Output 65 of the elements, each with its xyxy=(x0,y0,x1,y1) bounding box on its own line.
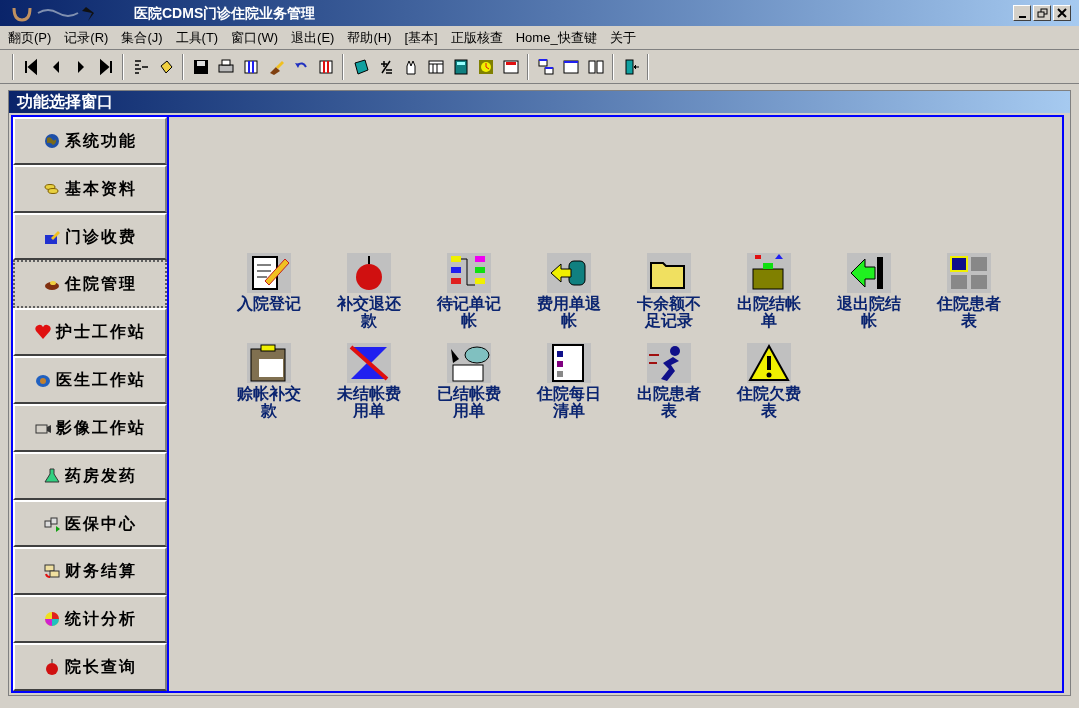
menu-item[interactable]: 关于 xyxy=(609,27,636,48)
menu-item[interactable]: 退出(E) xyxy=(291,27,335,48)
menu-item[interactable]: 正版核查 xyxy=(450,27,503,48)
function-label[interactable]: 已结帐费用单 xyxy=(435,385,503,419)
sidebar-button[interactable]: 护士工作站 xyxy=(13,308,167,357)
function-label[interactable]: 卡余额不足记录 xyxy=(635,295,703,329)
function-label[interactable]: 住院欠费表 xyxy=(735,385,803,419)
menu-item[interactable]: 翻页(P) xyxy=(8,27,52,48)
function-label[interactable]: 未结帐费用单 xyxy=(335,385,403,419)
menu-item[interactable]: 窗口(W) xyxy=(231,27,279,48)
warning-icon xyxy=(747,343,791,383)
window-title: 医院CDMS门诊住院业务管理 xyxy=(134,3,316,23)
function-label[interactable]: 赊帐补交款 xyxy=(235,385,303,419)
close-button[interactable] xyxy=(1053,5,1071,21)
blocks-icon xyxy=(43,514,61,533)
function-label[interactable]: 费用单退帐 xyxy=(535,295,603,329)
database-table-icon xyxy=(447,343,491,383)
sidebar-button[interactable]: 统计分析 xyxy=(13,595,167,644)
menu-item[interactable]: Home_快查键 xyxy=(515,27,597,48)
function-label[interactable]: 补交退还款 xyxy=(335,295,403,329)
folder-icon xyxy=(647,253,691,293)
menu-item[interactable]: 集合(J) xyxy=(121,27,163,48)
grid-icon xyxy=(947,253,991,293)
sidebar-button[interactable]: 财务结算 xyxy=(13,547,167,596)
sidebar-button[interactable]: 医生工作站 xyxy=(13,356,167,404)
child-window-title: 功能选择窗口 xyxy=(17,92,113,112)
box-icon xyxy=(747,253,791,293)
menu-item[interactable]: 记录(R) xyxy=(64,27,109,48)
pie-chart-icon xyxy=(43,610,61,629)
minimize-icon xyxy=(1018,16,1026,18)
sidebar-button[interactable]: 系统功能 xyxy=(13,117,167,165)
crossed-lines-icon xyxy=(347,343,391,383)
menu-item[interactable]: [基本] xyxy=(404,27,438,48)
function-label[interactable]: 住院每日清单 xyxy=(535,385,603,419)
sidebar-button[interactable]: 院长查询 xyxy=(13,643,167,691)
minimize-button[interactable] xyxy=(1013,5,1031,21)
apple-icon xyxy=(347,253,391,293)
restore-button[interactable] xyxy=(1033,5,1051,21)
checklist-icon xyxy=(547,343,591,383)
exchange-icon xyxy=(43,562,61,581)
globe-icon xyxy=(43,131,61,150)
flowchart-icon xyxy=(447,253,491,293)
note-pencil-icon xyxy=(247,253,291,293)
close-icon xyxy=(1056,7,1068,19)
arrow-cylinder-icon xyxy=(547,253,591,293)
sidebar-button[interactable]: 住院管理 xyxy=(13,260,167,309)
function-label[interactable]: 待记单记帐 xyxy=(435,295,503,329)
arrow-bar-icon xyxy=(847,253,891,293)
sidebar-button[interactable]: 影像工作站 xyxy=(13,403,167,452)
sidebar-button[interactable]: 基本资料 xyxy=(13,164,167,213)
apple-icon xyxy=(43,658,61,676)
function-label[interactable]: 住院患者表 xyxy=(935,295,1003,329)
function-label[interactable]: 出院结帐单 xyxy=(735,295,803,329)
function-label[interactable]: 入院登记 xyxy=(235,295,303,312)
menu-item[interactable]: 帮助(H) xyxy=(347,27,392,48)
restore-icon xyxy=(1036,7,1048,19)
function-label[interactable]: 出院患者表 xyxy=(635,385,703,419)
sidebar-button[interactable]: 药房发药 xyxy=(13,451,167,500)
clipboard-formula-icon xyxy=(247,343,291,383)
menu-item[interactable]: 工具(T) xyxy=(175,27,219,48)
function-label[interactable]: 退出院结帐 xyxy=(835,295,903,329)
sidebar-button[interactable]: 门诊收费 xyxy=(13,212,167,261)
flask-icon xyxy=(43,466,61,485)
sidebar-button[interactable]: 医保中心 xyxy=(13,499,167,548)
running-figure-icon xyxy=(647,343,691,383)
